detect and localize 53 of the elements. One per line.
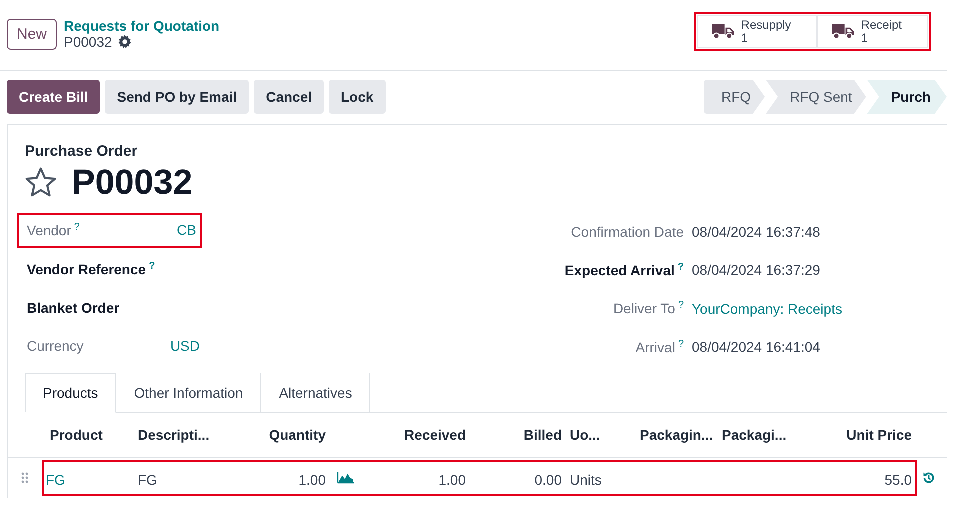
field-value: 08/04/2024 16:37:29 bbox=[692, 262, 820, 278]
history-icon[interactable] bbox=[922, 470, 936, 484]
smart-button[interactable]: Resupply 1 bbox=[697, 15, 818, 48]
column-header[interactable]: Billed bbox=[466, 426, 562, 442]
record-name: P00032 bbox=[64, 34, 112, 50]
field-label: Currency bbox=[27, 338, 85, 354]
column-header[interactable]: Packagin... bbox=[632, 426, 722, 442]
field-label: Vendor Reference $^{?}$ bbox=[27, 261, 156, 278]
column-header[interactable]: Unit Price bbox=[815, 426, 912, 442]
status-stage[interactable]: Purch bbox=[867, 80, 947, 114]
field-label: Confirmation Date bbox=[570, 224, 685, 240]
status-stage[interactable]: RFQ Sent bbox=[766, 80, 866, 114]
truck-icon bbox=[832, 23, 854, 40]
drag-handle-icon[interactable] bbox=[21, 472, 29, 484]
table-cell-text: 0.00 bbox=[534, 470, 562, 488]
table-cell-text: Units bbox=[569, 470, 603, 488]
action-button[interactable]: Lock bbox=[329, 80, 386, 114]
action-button[interactable]: Create Bill bbox=[7, 80, 100, 114]
table-cell-text: 1.00 bbox=[438, 470, 466, 488]
field-value: 08/04/2024 16:37:48 bbox=[692, 224, 820, 240]
field-label: Blanket Order bbox=[27, 300, 121, 316]
tab[interactable]: Products bbox=[25, 372, 116, 412]
field-link[interactable]: CB bbox=[177, 222, 196, 238]
field-label: Vendor $^{?}$ bbox=[27, 222, 81, 238]
column-header[interactable]: Quantity bbox=[240, 426, 326, 442]
column-header[interactable]: Product bbox=[42, 426, 130, 442]
action-button[interactable]: Send PO by Email bbox=[105, 80, 250, 114]
form-subtitle: Purchase Order bbox=[25, 143, 139, 160]
field-label: Arrival $^{?}$ bbox=[634, 338, 685, 356]
smart-button[interactable]: Receipt 1 bbox=[817, 15, 928, 48]
table-cell-text: 1.00 bbox=[298, 470, 326, 488]
field-link[interactable]: USD bbox=[170, 338, 200, 354]
record-title: P00032 bbox=[72, 164, 193, 202]
column-header[interactable]: Packagi... bbox=[722, 426, 815, 442]
column-header[interactable]: Uo... bbox=[562, 426, 632, 442]
truck-icon bbox=[712, 23, 734, 40]
area-chart-icon[interactable] bbox=[337, 471, 355, 484]
status-stage[interactable]: RFQ bbox=[704, 80, 766, 114]
new-button[interactable]: New bbox=[7, 18, 58, 50]
column-header[interactable]: Descripti... bbox=[130, 426, 240, 442]
table-cell-text: FG bbox=[137, 470, 158, 488]
settings-icon[interactable] bbox=[118, 35, 132, 49]
field-label: Expected Arrival $^{?}$ bbox=[564, 262, 685, 279]
product-link[interactable]: FG bbox=[42, 468, 130, 488]
field-value: 08/04/2024 16:41:04 bbox=[692, 339, 820, 356]
tab[interactable]: Other Information bbox=[116, 372, 262, 412]
field-label: Deliver To $^{?}$ bbox=[612, 300, 685, 318]
action-button[interactable]: Cancel bbox=[254, 80, 324, 114]
field-link[interactable]: YourCompany: Receipts bbox=[692, 300, 842, 317]
tab[interactable]: Alternatives bbox=[261, 372, 370, 412]
column-header[interactable]: Received bbox=[366, 426, 466, 442]
table-cell-text: 55.0 bbox=[884, 470, 912, 488]
breadcrumb-link[interactable]: Requests for Quotation bbox=[64, 18, 220, 34]
